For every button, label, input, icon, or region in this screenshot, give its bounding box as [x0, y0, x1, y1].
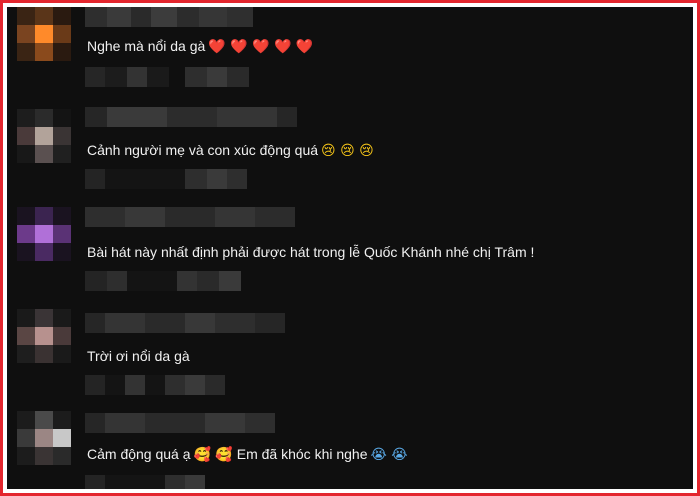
smiling-hearts-icon: 🥰 🥰 — [193, 447, 233, 463]
avatar[interactable] — [17, 207, 71, 261]
blurred-actions — [85, 67, 249, 87]
blurred-username — [85, 107, 297, 127]
blurred-username — [85, 313, 285, 333]
blurred-username — [85, 413, 275, 433]
avatar[interactable] — [17, 7, 71, 61]
avatar[interactable] — [17, 411, 71, 465]
comment-text: Cảm động quá ạ 🥰 🥰 Em đã khóc khi nghe 😭 😭 — [87, 446, 408, 463]
blurred-actions — [85, 271, 241, 291]
comment-item: Trời ơi nổi da gà — [7, 307, 693, 407]
comment-text: Cảnh người mẹ và con xúc động quá 😢 😢 😢 — [87, 142, 374, 159]
blurred-username — [85, 7, 253, 27]
comment-item: Cảm động quá ạ 🥰 🥰 Em đã khóc khi nghe 😭 😭 — [7, 407, 693, 489]
avatar[interactable] — [17, 309, 71, 363]
comment-list: Nghe mà nổi da gà ❤️ ❤️ ❤️ ❤️ ❤️ Cảnh ngư… — [7, 7, 693, 489]
loudly-crying-icon: 😭 😭 — [370, 447, 408, 463]
comment-text: Trời ơi nổi da gà — [87, 348, 190, 364]
red-frame: Nghe mà nổi da gà ❤️ ❤️ ❤️ ❤️ ❤️ Cảnh ngư… — [0, 0, 700, 496]
comment-text: Nghe mà nổi da gà ❤️ ❤️ ❤️ ❤️ ❤️ — [87, 38, 314, 55]
blurred-actions — [85, 375, 225, 395]
crying-face-icon: 😢 😢 😢 — [321, 143, 374, 159]
blurred-actions — [85, 475, 205, 489]
comment-item: Bài hát này nhất định phải được hát tron… — [7, 205, 693, 305]
heart-icon: ❤️ ❤️ ❤️ ❤️ ❤️ — [208, 39, 314, 55]
comment-item: Cảnh người mẹ và con xúc động quá 😢 😢 😢 — [7, 103, 693, 203]
comment-item: Nghe mà nổi da gà ❤️ ❤️ ❤️ ❤️ ❤️ — [7, 7, 693, 107]
blurred-actions — [85, 169, 247, 189]
blurred-username — [85, 207, 295, 227]
avatar[interactable] — [17, 109, 71, 163]
comment-text: Bài hát này nhất định phải được hát tron… — [87, 244, 535, 260]
